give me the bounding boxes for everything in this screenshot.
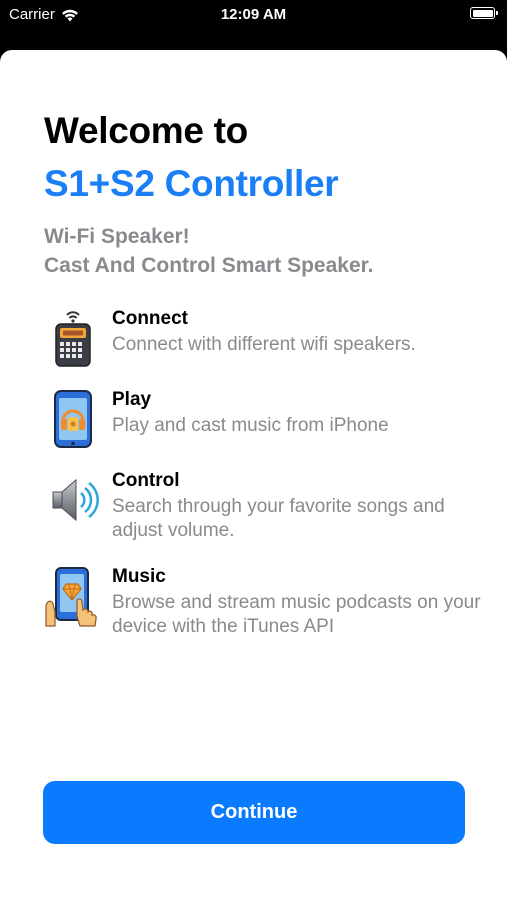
feature-control: Control Search through your favorite son…: [44, 470, 484, 541]
phone-headphones-icon: [54, 390, 92, 448]
welcome-title: Welcome to: [44, 110, 248, 151]
feature-music-description: Browse and stream music podcasts on your…: [112, 592, 481, 637]
radio-speaker-icon: [55, 311, 91, 367]
subtitle-line2: Cast And Control Smart Speaker.: [44, 254, 374, 277]
speaker-volume-icon: [52, 478, 99, 522]
subtitle-line1: Wi-Fi Speaker!: [44, 225, 190, 248]
feature-control-description: Search through your favorite songs and a…: [112, 496, 445, 541]
feature-play: Play Play and cast music from iPhone: [44, 389, 484, 459]
feature-play-description: Play and cast music from iPhone: [112, 415, 389, 436]
status-bar: Carrier 12:09 AM: [0, 0, 507, 30]
battery-icon: [470, 7, 498, 19]
subtitle: Wi-Fi Speaker! Cast And Control Smart Sp…: [44, 222, 484, 280]
feature-music: Music Browse and stream music podcasts o…: [44, 566, 484, 637]
feature-control-title: Control: [112, 470, 180, 491]
status-right: [470, 7, 498, 19]
status-time: 12:09 AM: [220, 6, 287, 23]
continue-button[interactable]: Continue: [43, 781, 465, 844]
feature-connect-title: Connect: [112, 308, 188, 329]
app-name-title: S1+S2 Controller: [44, 163, 339, 204]
feature-play-title: Play: [112, 389, 152, 410]
feature-music-title: Music: [112, 566, 166, 587]
phone-diamond-hand-icon: [45, 567, 97, 627]
welcome-sheet: Welcome to S1+S2 Controller Wi-Fi Speake…: [0, 50, 507, 900]
feature-connect-description: Connect with different wifi speakers.: [112, 334, 416, 355]
feature-connect: Connect Connect with different wifi spea…: [44, 308, 484, 378]
